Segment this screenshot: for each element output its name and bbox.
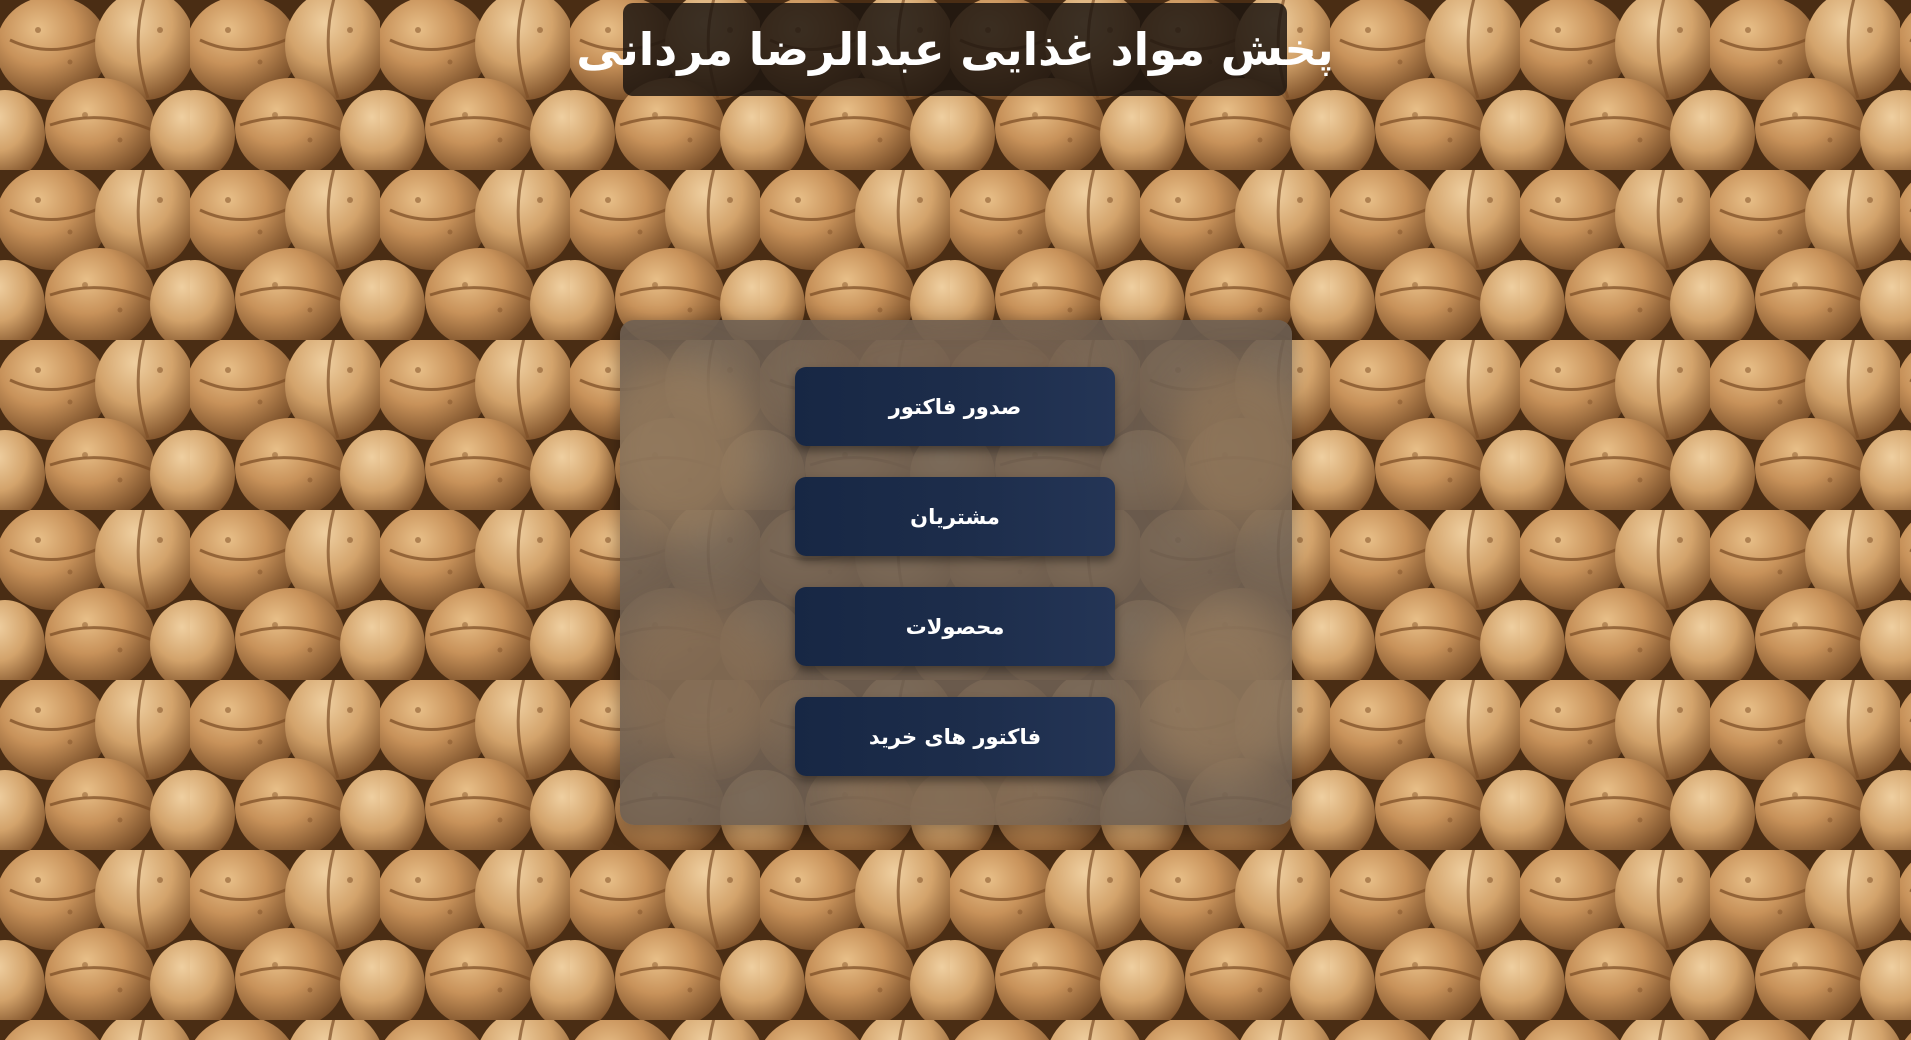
issue-invoice-button[interactable]: صدور فاکتور xyxy=(795,367,1115,446)
customers-button[interactable]: مشتریان xyxy=(795,477,1115,556)
header-title-box: پخش مواد غذایی عبدالرضا مردانی xyxy=(576,3,1334,96)
main-menu-panel: صدور فاکتور مشتریان محصولات فاکتور های خ… xyxy=(620,320,1292,825)
purchase-invoices-button[interactable]: فاکتور های خرید xyxy=(795,697,1115,776)
app-window: پخش مواد غذایی عبدالرضا مردانی صدور فاکت… xyxy=(0,0,1911,1040)
products-button[interactable]: محصولات xyxy=(795,587,1115,666)
page-title: پخش مواد غذایی عبدالرضا مردانی xyxy=(576,23,1334,76)
